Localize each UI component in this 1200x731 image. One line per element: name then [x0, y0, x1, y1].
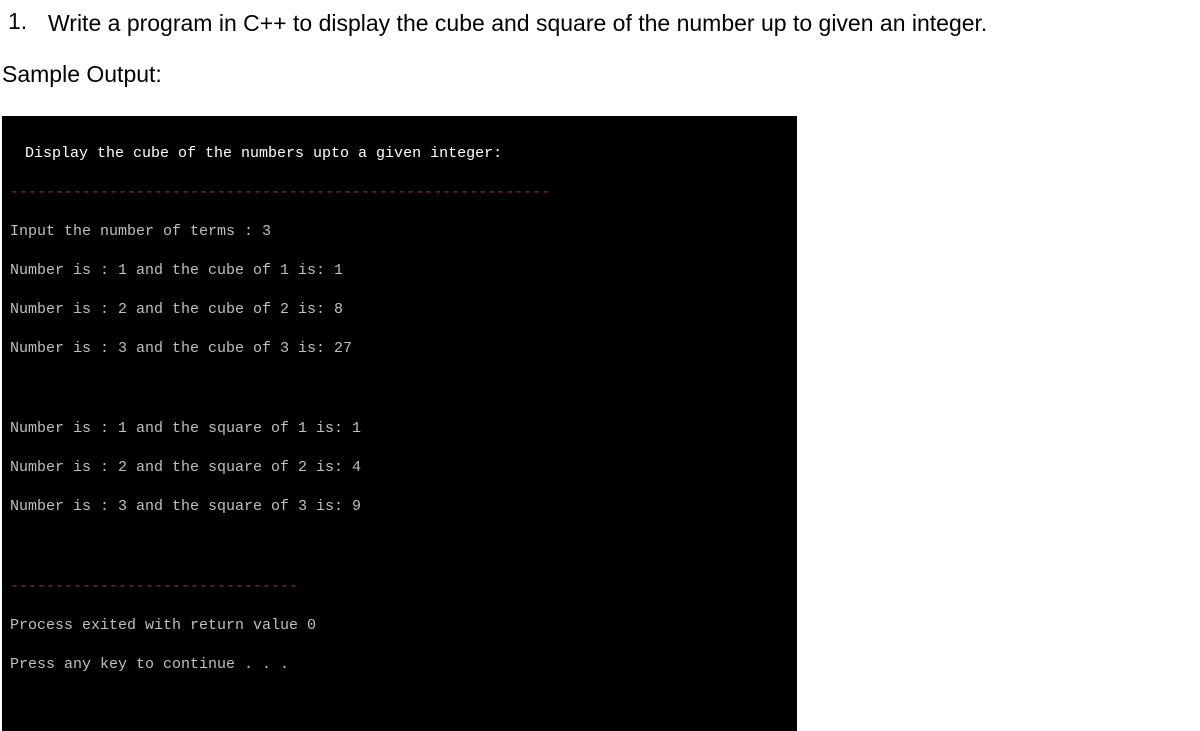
terminal-square-line: Number is : 1 and the square of 1 is: 1	[10, 419, 789, 439]
terminal-square-line: Number is : 3 and the square of 3 is: 9	[10, 497, 789, 517]
terminal-blank	[10, 380, 789, 400]
terminal-blank	[10, 538, 789, 558]
question-row: 1. Write a program in C++ to display the…	[0, 8, 1200, 39]
terminal-square-line: Number is : 2 and the square of 2 is: 4	[10, 458, 789, 478]
terminal-cube-line: Number is : 1 and the cube of 1 is: 1	[10, 261, 789, 281]
terminal-title: Display the cube of the numbers upto a g…	[10, 144, 789, 164]
terminal-cube-line: Number is : 2 and the cube of 2 is: 8	[10, 300, 789, 320]
terminal-divider-bottom: --------------------------------	[10, 577, 789, 597]
sample-output-label: Sample Output:	[0, 61, 1200, 88]
terminal-input-line: Input the number of terms : 3	[10, 222, 789, 242]
terminal-divider-top: ----------------------------------------…	[10, 183, 789, 203]
terminal-cube-line: Number is : 3 and the cube of 3 is: 27	[10, 339, 789, 359]
terminal-output: Display the cube of the numbers upto a g…	[2, 116, 797, 731]
terminal-continue-line: Press any key to continue . . .	[10, 655, 789, 675]
question-text: Write a program in C++ to display the cu…	[48, 8, 987, 39]
question-number: 1.	[0, 8, 48, 35]
terminal-exit-line: Process exited with return value 0	[10, 616, 789, 636]
question-wrapper: 1. Write a program in C++ to display the…	[0, 0, 1200, 731]
